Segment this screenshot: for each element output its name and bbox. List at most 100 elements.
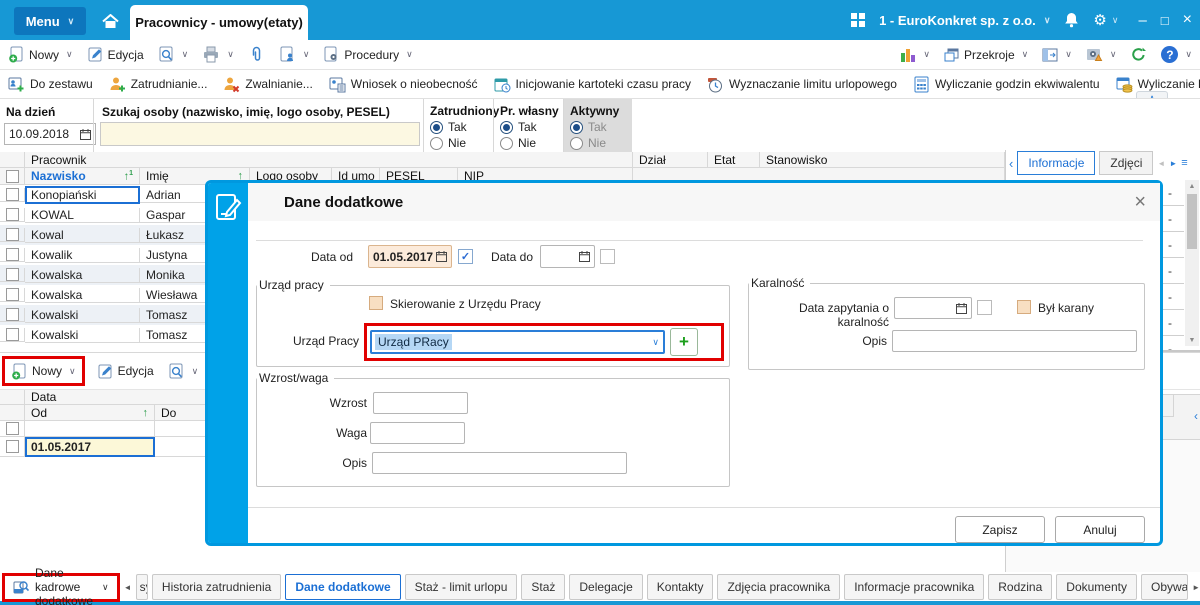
panel-scrollbar[interactable]: ▲ ▼ xyxy=(1185,180,1199,346)
zatrudniony-nie-option[interactable]: Nie xyxy=(430,136,494,150)
tabs-scroll-right-icon[interactable]: ► xyxy=(1169,159,1177,168)
tab-informacje[interactable]: Informacje xyxy=(1017,151,1096,175)
tabs-scroll-right-icon[interactable]: ► xyxy=(1192,583,1200,592)
cancel-button[interactable]: Anuluj xyxy=(1055,516,1145,543)
row-checkbox[interactable] xyxy=(5,440,19,453)
zatrudnianie-button[interactable]: Zatrudnianie... xyxy=(109,76,207,93)
tab-historia-zatrudnienia[interactable]: Historia zatrudnienia xyxy=(151,574,282,600)
detail-search-button[interactable]: ∨ xyxy=(168,363,198,380)
kwota-ekwiwalentu-button[interactable]: Wyliczanie kwoty ekwiwalentu xyxy=(1116,76,1200,93)
attachment-button[interactable] xyxy=(248,46,265,63)
row-checkbox[interactable] xyxy=(5,248,19,261)
minimize-button[interactable]: – xyxy=(1138,12,1146,29)
row-checkbox[interactable] xyxy=(5,288,19,301)
procedures-button[interactable]: Procedury ∨ xyxy=(323,46,413,63)
scrollbar-thumb[interactable] xyxy=(1187,194,1197,249)
karalnosc-opis-input[interactable] xyxy=(892,330,1137,352)
row-checkbox[interactable] xyxy=(5,188,19,201)
section-selector[interactable]: Dane kadrowe dodatkowe ∨ xyxy=(2,566,120,605)
active-window-tab[interactable]: Pracownicy - umowy(etaty) xyxy=(130,5,308,40)
waga-input[interactable] xyxy=(370,422,465,444)
detail-col-od[interactable]: Od ↑ xyxy=(25,405,155,421)
row-checkbox[interactable] xyxy=(5,208,19,221)
maximize-button[interactable]: □ xyxy=(1161,13,1169,28)
row-checkbox[interactable] xyxy=(5,308,19,321)
tab-staz-limit-urlopu[interactable]: Staż - limit urlopu xyxy=(404,574,518,600)
view-settings-button[interactable]: ∨ xyxy=(1086,47,1116,63)
byl-karany-checkbox[interactable] xyxy=(1017,300,1031,314)
cross-sections-button[interactable]: Przekroje ∨ xyxy=(944,47,1028,63)
data-zapytania-checkbox[interactable] xyxy=(977,300,992,315)
menu-button[interactable]: Menu ∨ xyxy=(14,7,86,35)
data-do-input[interactable] xyxy=(540,245,595,268)
zwalnianie-button[interactable]: Zwalnianie... xyxy=(223,76,313,93)
export-person-button[interactable]: ∨ xyxy=(279,46,309,63)
limit-urlopowy-button[interactable]: Wyznaczanie limitu urlopowego xyxy=(707,76,897,93)
data-od-input[interactable]: 01.05.2017 xyxy=(368,245,452,268)
inicjowanie-kartoteki-button[interactable]: Inicjowanie kartoteki czasu pracy xyxy=(494,76,691,93)
zatrudniony-tak-option[interactable]: Tak xyxy=(430,120,494,134)
do-zestawu-button[interactable]: Do zestawu xyxy=(8,76,93,93)
apps-grid-icon[interactable] xyxy=(851,13,866,27)
tab-zdjecia[interactable]: Zdjęci xyxy=(1099,151,1154,175)
cell-nazwisko[interactable]: Kowalski xyxy=(25,327,140,343)
urzad-pracy-combobox[interactable]: Urząd PRacy ∨ xyxy=(370,330,665,354)
tab-partial[interactable]: sy xyxy=(135,574,148,600)
row-checkbox[interactable] xyxy=(5,328,19,341)
pr-wlasny-nie-option[interactable]: Nie xyxy=(500,136,564,150)
col-header-stanowisko[interactable]: Stanowisko xyxy=(760,152,1005,168)
cell-nazwisko[interactable]: Kowalska xyxy=(25,267,140,283)
close-button[interactable]: × xyxy=(1183,11,1192,29)
detail-new-button[interactable]: Nowy ∨ xyxy=(2,356,85,386)
godziny-ekwiwalentu-button[interactable]: Wyliczanie godzin ekwiwalentu xyxy=(913,76,1100,93)
home-button[interactable] xyxy=(94,7,126,35)
search-input[interactable] xyxy=(100,122,420,146)
row-checkbox[interactable] xyxy=(5,228,19,241)
settings-menu[interactable]: ⚙ ∨ xyxy=(1093,11,1118,29)
group-header-pracownik[interactable]: Pracownik xyxy=(25,152,633,168)
tab-informacje-pracownika[interactable]: Informacje pracownika xyxy=(844,574,985,600)
tabs-menu-icon[interactable]: ≡ xyxy=(1181,157,1187,169)
company-selector[interactable]: 1 - EuroKonkret sp. z o.o. ∨ xyxy=(879,13,1050,28)
cell-nazwisko[interactable]: Kowalska xyxy=(25,287,140,303)
select-all-cell[interactable] xyxy=(0,168,25,185)
help-button[interactable]: ? ∨ xyxy=(1161,46,1192,63)
bell-icon[interactable] xyxy=(1064,12,1079,28)
col-header-dzial[interactable]: Dział xyxy=(633,152,708,168)
collapse-panel-icon[interactable]: ‹ xyxy=(1009,156,1013,171)
pr-wlasny-tak-option[interactable]: Tak xyxy=(500,120,564,134)
new-button[interactable]: Nowy ∨ xyxy=(8,46,73,63)
wniosek-button[interactable]: Wniosek o nieobecność xyxy=(329,76,478,93)
tab-rodzina[interactable]: Rodzina xyxy=(988,574,1053,600)
checkbox-icon[interactable] xyxy=(5,422,19,435)
wzrost-input[interactable] xyxy=(373,392,468,414)
scroll-up-icon[interactable]: ▲ xyxy=(1185,180,1199,192)
tab-delegacje[interactable]: Delegacje xyxy=(569,574,643,600)
detail-edit-button[interactable]: Edycja xyxy=(97,363,154,380)
collapse-panel-icon[interactable]: ‹ xyxy=(1194,409,1198,423)
tab-dane-dodatkowe[interactable]: Dane dodatkowe xyxy=(285,574,401,600)
scroll-down-icon[interactable]: ▼ xyxy=(1185,334,1199,346)
search-menu-button[interactable]: ∨ xyxy=(158,46,188,63)
tab-zdjecia-pracownika[interactable]: Zdjęcia pracownika xyxy=(717,574,841,600)
save-button[interactable]: Zapisz xyxy=(955,516,1045,543)
cell-nazwisko[interactable]: KOWAL xyxy=(25,207,140,223)
wzrost-opis-input[interactable] xyxy=(372,452,627,474)
cell-nazwisko[interactable]: Konopiański xyxy=(25,186,140,204)
data-do-checkbox[interactable] xyxy=(600,249,615,264)
cell-nazwisko[interactable]: Kowalski xyxy=(25,307,140,323)
tab-kontakty[interactable]: Kontakty xyxy=(646,574,714,600)
close-icon[interactable]: × xyxy=(1134,191,1146,214)
print-button[interactable]: ∨ xyxy=(202,46,234,63)
cell-nazwisko[interactable]: Kowal xyxy=(25,227,140,243)
data-zapytania-input[interactable] xyxy=(894,297,972,319)
row-checkbox[interactable] xyxy=(5,268,19,281)
edit-button[interactable]: Edycja xyxy=(87,46,144,63)
tabs-scroll-left-icon[interactable]: ◄ xyxy=(124,583,132,592)
tab-staz[interactable]: Staż xyxy=(521,574,566,600)
refresh-button[interactable] xyxy=(1130,46,1147,63)
detail-cell-od[interactable]: 01.05.2017 xyxy=(25,437,155,457)
col-header-nazwisko[interactable]: Nazwisko ↑1 xyxy=(25,168,140,185)
cell-nazwisko[interactable]: Kowalik xyxy=(25,247,140,263)
col-header-etat[interactable]: Etat xyxy=(708,152,760,168)
